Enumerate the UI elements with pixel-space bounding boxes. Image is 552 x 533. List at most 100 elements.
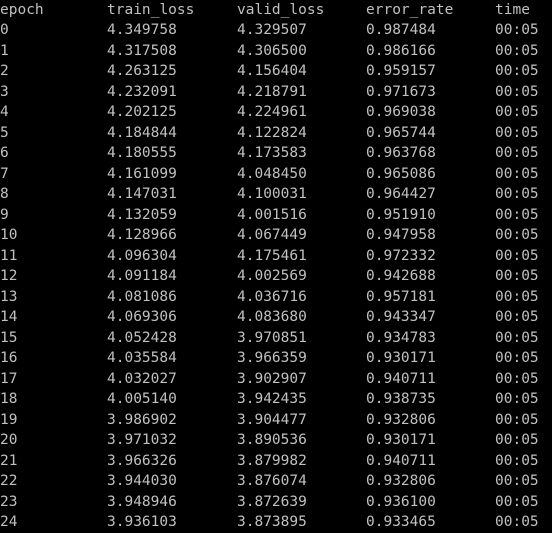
cell-epoch: 1	[0, 42, 9, 59]
cell-error-rate: 0.936100	[366, 493, 436, 510]
cell-time: 00:05	[495, 452, 539, 469]
cell-time: 00:05	[495, 145, 539, 161]
table-row: 17 4.032027 3.902907 0.940711 00:05	[0, 369, 552, 390]
table-body: 0 4.349758 4.329507 0.987484 00:05 1 4.317508 4…	[0, 20, 552, 533]
table-row: 13 4.081086 4.036716 0.957181 00:05	[0, 287, 552, 308]
training-results-table: epoch train_loss valid_loss error_rate t…	[0, 0, 552, 533]
cell-train-loss: 3.944030	[107, 473, 177, 489]
cell-valid-loss: 3.872639	[237, 493, 307, 510]
cell-train-loss: 3.986902	[107, 411, 177, 428]
cell-valid-loss: 3.942435	[237, 391, 307, 407]
table-row: 9 4.132059 4.001516 0.951910 00:05	[0, 205, 552, 226]
cell-error-rate: 0.964427	[366, 186, 436, 202]
cell-valid-loss: 4.329507	[237, 22, 307, 38]
cell-epoch: 18	[0, 391, 18, 407]
column-header-time: time	[495, 2, 530, 18]
table-row: 20 3.971032 3.890536 0.930171 00:05	[0, 430, 552, 451]
cell-time: 00:05	[495, 227, 539, 243]
cell-error-rate: 0.934783	[366, 329, 436, 346]
cell-valid-loss: 3.876074	[237, 473, 307, 489]
cell-error-rate: 0.932806	[366, 473, 436, 489]
cell-epoch: 24	[0, 514, 18, 530]
cell-error-rate: 0.943347	[366, 309, 436, 325]
table-row: 7 4.161099 4.048450 0.965086 00:05	[0, 164, 552, 185]
table-header: epoch train_loss valid_loss error_rate t…	[0, 0, 552, 20]
cell-epoch: 21	[0, 452, 18, 469]
cell-error-rate: 0.932806	[366, 411, 436, 428]
cell-time: 00:05	[495, 104, 539, 120]
table-row: 22 3.944030 3.876074 0.932806 00:05	[0, 471, 552, 492]
cell-train-loss: 4.349758	[107, 22, 177, 38]
cell-error-rate: 0.969038	[366, 104, 436, 120]
cell-error-rate: 0.947958	[366, 227, 436, 243]
cell-time: 00:05	[495, 391, 539, 407]
cell-time: 00:05	[495, 432, 539, 448]
table-row: 1 4.317508 4.306500 0.986166 00:05	[0, 41, 552, 62]
terminal-output: epoch train_loss valid_loss error_rate t…	[0, 0, 552, 530]
cell-error-rate: 0.940711	[366, 370, 436, 387]
cell-error-rate: 0.965086	[366, 165, 436, 182]
cell-valid-loss: 4.036716	[237, 288, 307, 305]
cell-epoch: 16	[0, 350, 18, 366]
cell-epoch: 5	[0, 124, 9, 141]
column-header-valid-loss: valid_loss	[237, 2, 325, 18]
cell-train-loss: 4.132059	[107, 206, 177, 223]
cell-train-loss: 4.317508	[107, 42, 177, 59]
cell-valid-loss: 3.879982	[237, 452, 307, 469]
cell-valid-loss: 4.306500	[237, 42, 307, 59]
cell-epoch: 20	[0, 432, 18, 448]
cell-epoch: 0	[0, 22, 9, 38]
cell-error-rate: 0.933465	[366, 514, 436, 530]
cell-train-loss: 4.128966	[107, 227, 177, 243]
cell-valid-loss: 4.048450	[237, 165, 307, 182]
table-row: 3 4.232091 4.218791 0.971673 00:05	[0, 82, 552, 103]
table-row: 0 4.349758 4.329507 0.987484 00:05	[0, 20, 552, 41]
cell-valid-loss: 3.873895	[237, 514, 307, 530]
cell-epoch: 14	[0, 309, 18, 325]
cell-train-loss: 4.184844	[107, 124, 177, 141]
cell-train-loss: 4.091184	[107, 268, 177, 284]
cell-valid-loss: 3.966359	[237, 350, 307, 366]
cell-time: 00:05	[495, 268, 539, 284]
cell-epoch: 15	[0, 329, 18, 346]
cell-error-rate: 0.942688	[366, 268, 436, 284]
cell-epoch: 9	[0, 206, 9, 223]
cell-epoch: 12	[0, 268, 18, 284]
cell-epoch: 19	[0, 411, 18, 428]
cell-epoch: 11	[0, 247, 18, 264]
cell-time: 00:05	[495, 514, 539, 530]
cell-valid-loss: 4.173583	[237, 145, 307, 161]
table-row: 14 4.069306 4.083680 0.943347 00:05	[0, 307, 552, 328]
cell-valid-loss: 4.067449	[237, 227, 307, 243]
cell-epoch: 13	[0, 288, 18, 305]
table-row: 16 4.035584 3.966359 0.930171 00:05	[0, 348, 552, 369]
cell-epoch: 4	[0, 104, 9, 120]
cell-error-rate: 0.987484	[366, 22, 436, 38]
cell-error-rate: 0.972332	[366, 247, 436, 264]
table-row: 10 4.128966 4.067449 0.947958 00:05	[0, 225, 552, 246]
cell-error-rate: 0.930171	[366, 432, 436, 448]
table-row: 5 4.184844 4.122824 0.965744 00:05	[0, 123, 552, 144]
cell-epoch: 17	[0, 370, 18, 387]
cell-epoch: 23	[0, 493, 18, 510]
table-row: 11 4.096304 4.175461 0.972332 00:05	[0, 246, 552, 267]
cell-time: 00:05	[495, 22, 539, 38]
cell-train-loss: 4.161099	[107, 165, 177, 182]
cell-time: 00:05	[495, 411, 539, 428]
table-row: 6 4.180555 4.173583 0.963768 00:05	[0, 143, 552, 164]
cell-train-loss: 3.948946	[107, 493, 177, 510]
cell-train-loss: 4.052428	[107, 329, 177, 346]
cell-valid-loss: 4.156404	[237, 63, 307, 79]
cell-epoch: 7	[0, 165, 9, 182]
cell-time: 00:05	[495, 186, 539, 202]
cell-error-rate: 0.986166	[366, 42, 436, 59]
cell-train-loss: 4.202125	[107, 104, 177, 120]
cell-train-loss: 4.096304	[107, 247, 177, 264]
cell-time: 00:05	[495, 83, 539, 100]
cell-time: 00:05	[495, 165, 539, 182]
cell-train-loss: 3.971032	[107, 432, 177, 448]
cell-epoch: 8	[0, 186, 9, 202]
table-row: 18 4.005140 3.942435 0.938735 00:05	[0, 389, 552, 410]
cell-time: 00:05	[495, 42, 539, 59]
column-header-error-rate: error_rate	[366, 2, 454, 18]
